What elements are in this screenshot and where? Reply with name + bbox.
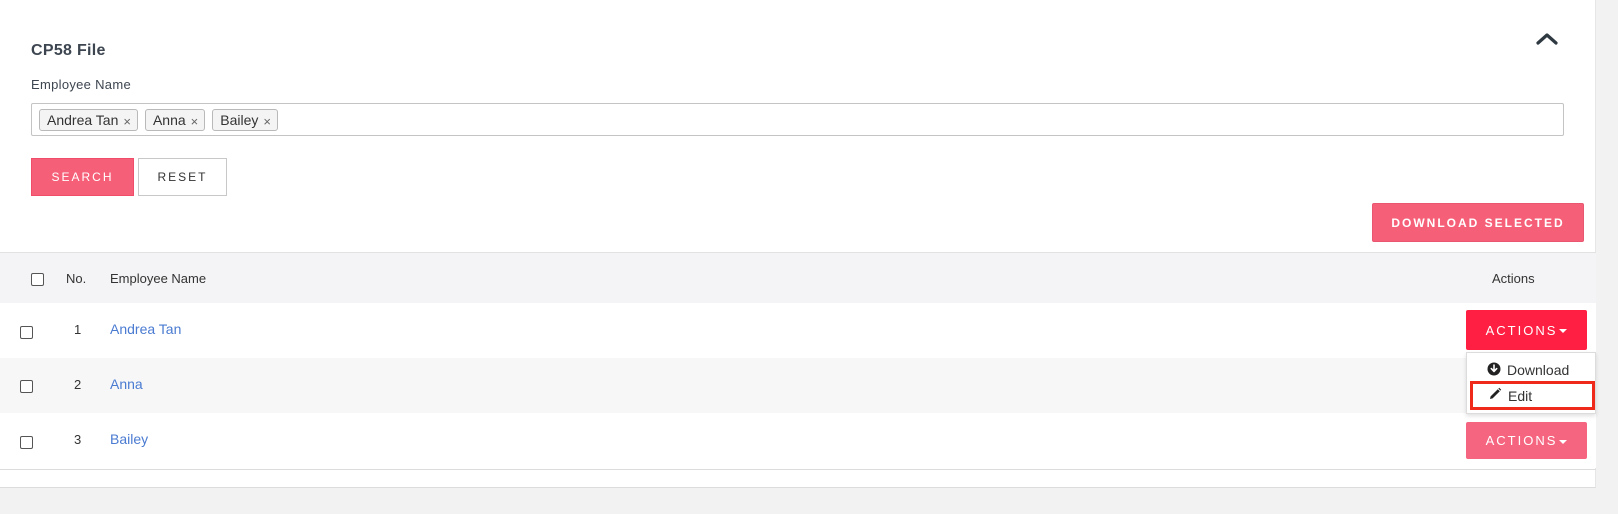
employee-tag: Andrea Tan × [39, 108, 138, 131]
table-header: No. Employee Name Actions [0, 252, 1596, 303]
column-header-no: No. [66, 271, 87, 286]
employee-name-tag-input[interactable]: Andrea Tan × Anna × Bailey × [31, 103, 1564, 136]
search-button[interactable]: SEARCH [31, 158, 134, 196]
tag-label: Bailey [220, 111, 259, 128]
edit-menu-item[interactable]: Edit [1470, 381, 1595, 410]
column-header-actions: Actions [1492, 271, 1535, 286]
actions-label: ACTIONS [1485, 433, 1558, 448]
employee-tag: Bailey × [212, 108, 278, 131]
table-row: 3 Bailey ACTIONS [0, 413, 1596, 468]
download-circle-icon [1487, 362, 1501, 379]
employee-name-link[interactable]: Andrea Tan [110, 321, 181, 337]
remove-tag-icon[interactable]: × [263, 114, 271, 129]
caret-down-icon [1559, 329, 1568, 334]
page-title: CP58 File [31, 42, 106, 59]
row-number: 1 [74, 322, 82, 337]
actions-dropdown-menu: Download Edit [1466, 352, 1596, 414]
row-checkbox[interactable] [20, 326, 33, 339]
select-all-checkbox[interactable] [31, 273, 44, 286]
remove-tag-icon[interactable]: × [123, 114, 131, 129]
employee-name-link[interactable]: Bailey [110, 431, 148, 447]
remove-tag-icon[interactable]: × [191, 114, 199, 129]
row-number: 3 [74, 432, 82, 447]
table-bottom-divider [0, 469, 1596, 470]
row-checkbox[interactable] [20, 436, 33, 449]
column-header-employee-name: Employee Name [110, 271, 207, 286]
download-menu-label: Download [1507, 362, 1570, 378]
cp58-file-panel: CP58 File Employee Name Andrea Tan × Ann… [0, 0, 1596, 488]
actions-dropdown-button[interactable]: ACTIONS [1466, 422, 1587, 459]
table-row: 1 Andrea Tan ACTIONS [0, 303, 1596, 358]
employee-tag: Anna × [144, 108, 206, 131]
employee-name-link[interactable]: Anna [110, 376, 143, 392]
download-selected-button[interactable]: DOWNLOAD SELECTED [1372, 203, 1584, 242]
actions-label: ACTIONS [1485, 322, 1558, 338]
employee-name-label: Employee Name [31, 77, 131, 92]
row-checkbox[interactable] [20, 380, 33, 393]
download-menu-item[interactable]: Download [1467, 357, 1597, 383]
reset-button[interactable]: RESET [138, 158, 227, 196]
tag-label: Anna [152, 111, 186, 128]
row-number: 2 [74, 377, 82, 392]
actions-dropdown-button[interactable]: ACTIONS [1466, 310, 1587, 350]
table-row: 2 Anna [0, 358, 1596, 413]
caret-down-icon [1559, 439, 1568, 444]
tag-label: Andrea Tan [47, 111, 119, 128]
edit-menu-label: Edit [1508, 387, 1533, 404]
pencil-icon [1488, 387, 1502, 404]
chevron-up-icon[interactable] [1535, 31, 1559, 47]
